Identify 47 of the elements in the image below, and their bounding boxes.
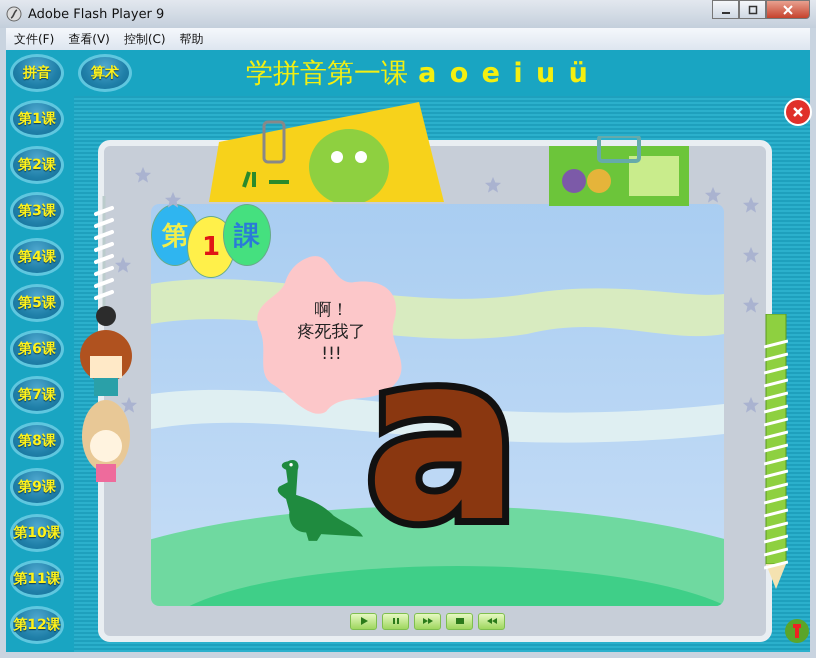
star-icon [742,196,760,214]
lesson-title: 学拼音第一课 a o e i u ü [245,57,591,91]
lesson-button[interactable]: 第12课 [10,606,64,644]
star-icon [120,396,138,414]
star-icon [164,191,182,209]
star-icon [742,396,760,414]
lesson-button[interactable]: 第10课 [10,514,64,552]
lesson-button[interactable]: 第11课 [10,560,64,598]
lesson-button[interactable]: 第3课 [10,192,64,230]
rewind-icon [484,616,498,626]
star-icon [742,246,760,264]
star-icon [742,296,760,314]
star-icon [704,186,722,204]
forward-button[interactable] [414,612,441,630]
close-icon [792,106,804,118]
menu-item[interactable]: 控制(C) [124,30,166,48]
forward-icon [420,616,434,626]
star-icon [114,256,132,274]
big-letter: a [365,354,520,526]
window-title: Adobe Flash Player 9 [28,6,166,22]
maximize-button[interactable] [739,0,766,19]
rewind-button[interactable] [478,612,505,630]
close-icon [783,4,793,14]
lesson-button[interactable]: 第4课 [10,238,64,276]
play-button[interactable] [350,612,377,630]
lesson-button[interactable]: 第9课 [10,468,64,506]
balloon: 課 [223,204,271,266]
minimize-button[interactable] [712,0,739,19]
pause-button[interactable] [382,612,409,630]
subject-button[interactable]: 拼音 [10,54,64,92]
menu-item[interactable]: 文件(F) [14,30,54,48]
star-icon [134,166,152,184]
lesson-button[interactable]: 第2课 [10,146,64,184]
menu-item[interactable]: 查看(V) [68,30,110,48]
minimize-icon [722,12,730,14]
maximize-icon [748,4,758,14]
lesson-button[interactable]: 第1课 [10,100,64,138]
speech-text: 啊！ 疼死我了 !!! [296,299,366,366]
lesson-button[interactable]: 第8课 [10,422,64,460]
stop-button[interactable] [446,612,473,630]
subject-button[interactable]: 算术 [78,54,132,92]
menu-item[interactable]: 帮助 [180,30,204,48]
star-icon [484,176,502,194]
lesson-button[interactable]: 第5课 [10,284,64,322]
lesson-button[interactable]: 第7课 [10,376,64,414]
close-button[interactable] [766,0,810,19]
lesson-button[interactable]: 第6课 [10,330,64,368]
